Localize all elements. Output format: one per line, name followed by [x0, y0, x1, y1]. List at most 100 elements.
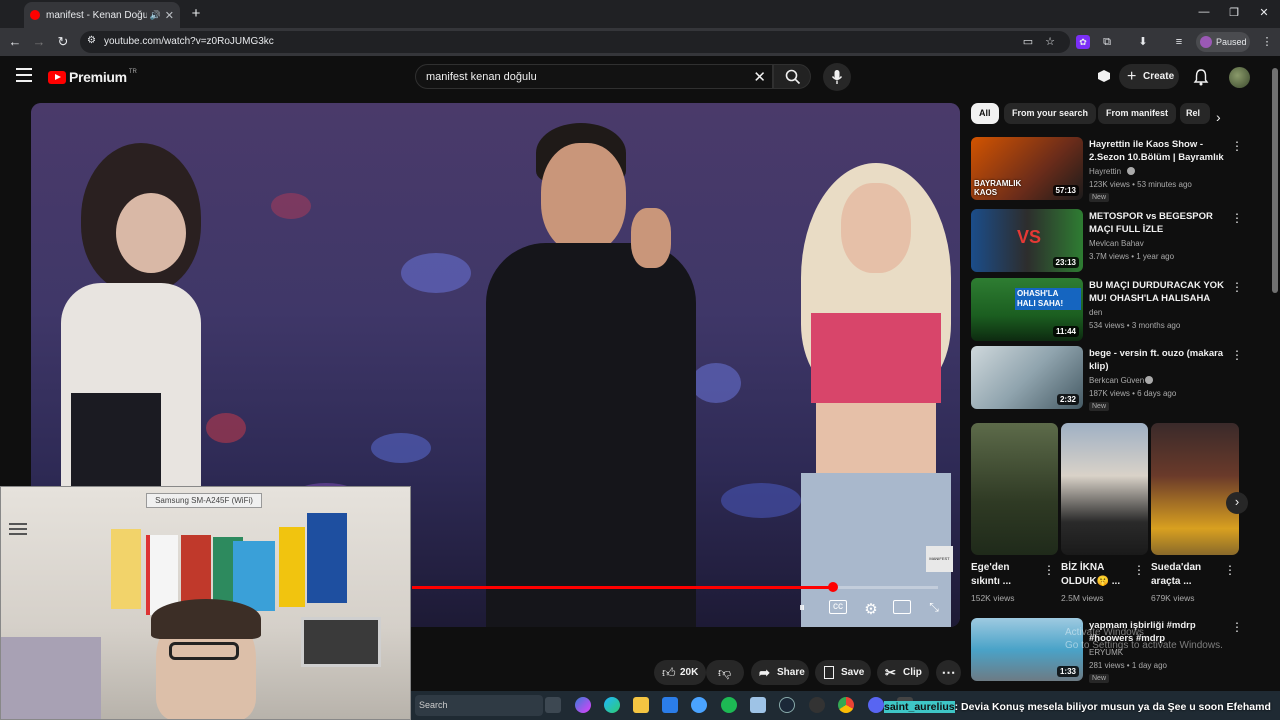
voice-search-button[interactable] — [823, 63, 851, 91]
channel-name[interactable]: den — [1089, 308, 1102, 317]
create-button[interactable]: + Create — [1119, 64, 1179, 89]
more-actions-button[interactable]: ⋯ — [936, 660, 961, 685]
shorts-next-button[interactable]: › — [1226, 492, 1248, 514]
short-thumbnail[interactable] — [1151, 423, 1239, 555]
youtube-premium-logo[interactable]: Premium TR — [48, 69, 137, 85]
browser-menu-icon[interactable]: ⋮ — [1260, 35, 1274, 49]
miniplayer-icon[interactable] — [893, 600, 911, 614]
progress-bar[interactable] — [412, 582, 938, 592]
spotify-icon[interactable] — [721, 697, 737, 713]
progress-scrubber[interactable] — [827, 582, 838, 592]
search-button[interactable] — [773, 64, 811, 89]
app-icon[interactable] — [809, 697, 825, 713]
video-title[interactable]: BU MAÇI DURDURACAK YOK MU! OHASH'LA HALI… — [1089, 279, 1229, 305]
more-options-icon[interactable]: ⋮ — [1231, 280, 1243, 294]
cast-to-tv-icon[interactable] — [1096, 69, 1112, 83]
short-title[interactable]: Ege'den sıkıntı ... — [971, 561, 1011, 589]
clear-search-icon[interactable]: ✕ — [753, 68, 766, 86]
camera-menu-icon[interactable] — [9, 523, 27, 537]
video-thumbnail[interactable]: OHASH'LA HALI SAHA! 11:44 — [971, 278, 1083, 341]
account-avatar[interactable] — [1229, 67, 1250, 88]
more-options-icon[interactable]: ⋮ — [1231, 620, 1243, 634]
search-box[interactable]: manifest kenan doğulu ✕ — [415, 64, 773, 89]
discord-icon[interactable] — [868, 697, 884, 713]
more-options-icon[interactable]: ⋮ — [1043, 563, 1055, 577]
bookmark-star-icon[interactable]: ☆ — [1043, 35, 1057, 49]
download-icon[interactable]: ⬇ — [1136, 35, 1150, 49]
extensions-puzzle-icon[interactable]: ⧉ — [1100, 35, 1114, 49]
steam-icon[interactable] — [779, 697, 795, 713]
short-thumbnail[interactable] — [971, 423, 1058, 555]
video-thumbnail[interactable]: VS 23:13 — [971, 209, 1083, 272]
channel-name[interactable]: Hayrettin — [1089, 167, 1121, 176]
chips-next-chevron-icon[interactable]: › — [1216, 109, 1221, 125]
browser-tab[interactable]: manifest - Kenan Doğulu K 🔊 ✕ — [24, 2, 180, 28]
video-title[interactable]: bege - versin ft. ouzo (makara klip) — [1089, 347, 1229, 373]
short-title[interactable]: Sueda'dan araçta ... — [1151, 561, 1201, 589]
short-thumbnail[interactable] — [1061, 423, 1148, 555]
new-tab-button[interactable]: + — [186, 5, 206, 22]
fullscreen-exit-icon[interactable]: ⤡ — [925, 600, 943, 614]
notifications-bell-icon[interactable] — [1193, 68, 1209, 86]
scissors-icon: ✂ — [885, 665, 896, 680]
page-scrollbar[interactable] — [1270, 56, 1280, 691]
reload-button[interactable]: ↻ — [54, 34, 72, 50]
more-options-icon[interactable]: ⋮ — [1231, 211, 1243, 225]
subtitles-icon[interactable]: cc — [829, 600, 847, 614]
video-thumbnail[interactable]: 2:32 — [971, 346, 1083, 409]
chrome-icon[interactable] — [838, 697, 854, 713]
save-button[interactable]: Save — [815, 660, 871, 685]
chip-from-your-search[interactable]: From your search — [1004, 103, 1097, 124]
video-title[interactable]: METOSPOR vs BEGESPOR MAÇI FULL İZLE — [1089, 210, 1229, 236]
store-icon[interactable] — [662, 697, 678, 713]
channel-name[interactable]: Mevlcan Bahav — [1089, 239, 1144, 248]
chip-related[interactable]: Rel — [1180, 103, 1210, 124]
address-bar[interactable]: ⚙ youtube.com/watch?v=z0RoJUMG3kc — [80, 31, 1070, 53]
copilot-icon[interactable] — [575, 697, 591, 713]
search-input[interactable]: manifest kenan doğulu — [426, 71, 537, 83]
pause-icon[interactable]: ⏸ — [793, 600, 811, 614]
chip-all[interactable]: All — [971, 103, 999, 124]
more-options-icon[interactable]: ⋮ — [1231, 139, 1243, 153]
close-tab-icon[interactable]: ✕ — [165, 9, 174, 22]
audio-icon[interactable]: 🔊 — [150, 10, 161, 21]
maximize-button[interactable]: ❐ — [1224, 6, 1244, 19]
edge-icon[interactable] — [604, 697, 620, 713]
share-button[interactable]: ➦ Share — [751, 660, 809, 685]
recommendation-item[interactable]: 2:32 bege - versin ft. ouzo (makara klip… — [971, 346, 1263, 412]
media-control-icon[interactable]: ≡ — [1172, 35, 1186, 49]
new-badge: New — [1089, 674, 1110, 683]
dislike-button[interactable]: 👎︎ — [706, 660, 744, 685]
settings-gear-icon[interactable]: ⚙ — [862, 600, 880, 618]
guide-menu-icon[interactable] — [16, 68, 32, 82]
recommendation-item[interactable]: BAYRAMLIK KAOS 57:13 Hayrettin ile Kaos … — [971, 137, 1263, 203]
url-text[interactable]: youtube.com/watch?v=z0RoJUMG3kc — [104, 36, 274, 47]
more-options-icon[interactable]: ⋮ — [1231, 348, 1243, 362]
back-button[interactable]: ← — [6, 34, 24, 50]
video-title[interactable]: Hayrettin ile Kaos Show - 2.Sezon 10.Böl… — [1089, 138, 1229, 164]
file-explorer-icon[interactable] — [633, 697, 649, 713]
chip-from-manifest[interactable]: From manifest — [1098, 103, 1177, 124]
more-options-icon[interactable]: ⋮ — [1133, 563, 1145, 577]
taskbar-search-input[interactable]: Search — [415, 695, 543, 716]
camera-device-label: Samsung SM-A245F (WiFi) — [146, 493, 262, 508]
short-title[interactable]: BİZ İKNA OLDUK🤫 ... — [1061, 561, 1120, 589]
clip-button[interactable]: ✂ Clip — [877, 660, 929, 685]
close-window-button[interactable]: ✕ — [1254, 6, 1274, 19]
profile-paused-button[interactable]: Paused — [1196, 32, 1250, 52]
site-info-icon[interactable]: ⚙ — [87, 35, 96, 46]
video-thumbnail[interactable]: BAYRAMLIK KAOS 57:13 — [971, 137, 1083, 200]
task-view-icon[interactable] — [545, 697, 561, 713]
recommendation-item[interactable]: OHASH'LA HALI SAHA! 11:44 BU MAÇI DURDUR… — [971, 278, 1263, 344]
minimize-button[interactable]: — — [1194, 6, 1214, 18]
cast-icon[interactable]: ▭ — [1021, 35, 1035, 49]
recommendation-item[interactable]: VS 23:13 METOSPOR vs BEGESPOR MAÇI FULL … — [971, 209, 1263, 275]
forward-button[interactable]: → — [30, 34, 48, 50]
scrollbar-thumb[interactable] — [1272, 68, 1278, 293]
more-options-icon[interactable]: ⋮ — [1224, 563, 1236, 577]
app-icon[interactable] — [750, 697, 766, 713]
extension-icon[interactable]: ✿ — [1076, 35, 1090, 49]
channel-name[interactable]: Berkcan Güven — [1089, 376, 1144, 385]
mail-icon[interactable] — [691, 697, 707, 713]
like-button[interactable]: 👍︎ 20K — [654, 660, 706, 685]
